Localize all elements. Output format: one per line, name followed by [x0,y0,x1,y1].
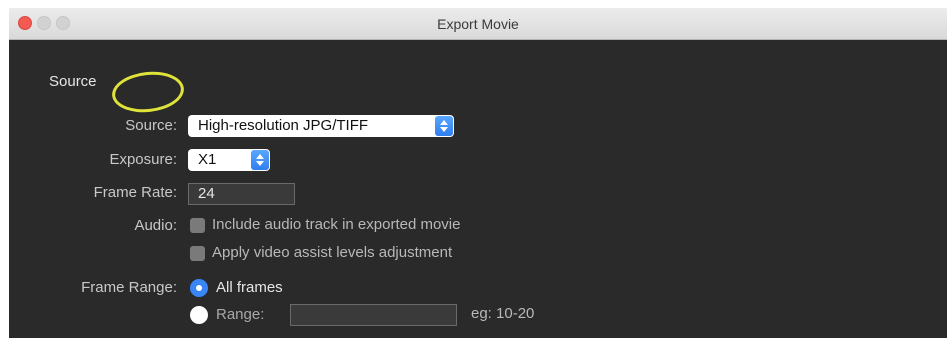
include-audio-label: Include audio track in exported movie [212,216,461,233]
audio-label: Audio: [134,217,177,234]
source-select-stepper-icon [435,116,453,136]
source-label: Source: [125,117,177,134]
exposure-select-stepper-icon [251,150,269,170]
section-header: Source [49,73,97,90]
window-title: Export Movie [437,16,519,32]
exposure-select-value: X1 [198,151,217,168]
video-assist-label: Apply video assist levels adjustment [212,244,453,261]
frame-rate-label: Frame Rate: [93,184,177,201]
exposure-label: Exposure: [109,151,177,168]
range-input[interactable] [290,304,457,326]
exposure-select[interactable]: X1 [188,149,270,171]
all-frames-radio[interactable] [190,279,208,297]
include-audio-checkbox[interactable] [190,218,205,233]
source-select-value: High-resolution JPG/TIFF [198,117,369,134]
export-movie-window: Export Movie Source Source: High-resolut… [9,8,947,338]
source-select[interactable]: High-resolution JPG/TIFF [188,115,454,137]
range-radio[interactable] [190,306,208,324]
title-bar: Export Movie [9,8,947,40]
frame-rate-field[interactable]: 24 [188,183,295,205]
export-settings-panel: Source Source: High-resolution JPG/TIFF … [9,40,947,338]
range-label: Range: [216,306,265,323]
video-assist-checkbox[interactable] [190,246,205,261]
frame-range-label: Frame Range: [81,279,177,296]
all-frames-label: All frames [216,279,283,296]
range-hint: eg: 10-20 [471,305,535,322]
